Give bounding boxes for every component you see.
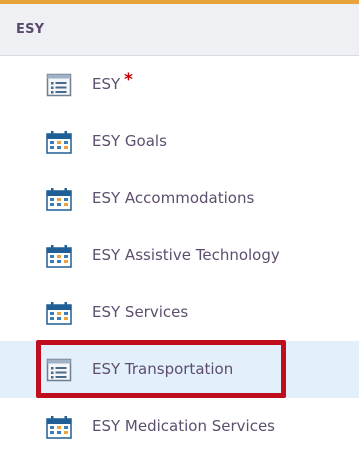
calendar-icon [46, 187, 72, 211]
nav-item-label: ESY Goals [92, 132, 167, 150]
nav-item-label: ESY Accommodations [92, 189, 255, 207]
list-form-icon [46, 73, 72, 97]
nav-item-esy-assistive-technology[interactable]: ESY Assistive Technology [0, 227, 359, 284]
nav-item-esy[interactable]: ESY * [0, 56, 359, 113]
calendar-icon [46, 415, 72, 439]
required-asterisk: * [124, 70, 133, 90]
nav-item-esy-services[interactable]: ESY Services [0, 284, 359, 341]
nav-item-label: ESY Services [92, 303, 189, 321]
calendar-icon [46, 301, 72, 325]
nav-item-esy-medication-services[interactable]: ESY Medication Services [0, 398, 359, 455]
calendar-icon [46, 130, 72, 154]
calendar-icon [46, 244, 72, 268]
nav-item-esy-accommodations[interactable]: ESY Accommodations [0, 170, 359, 227]
highlight-annotation-box [36, 340, 286, 398]
section-header[interactable]: ESY [0, 4, 359, 56]
section-title: ESY [16, 22, 45, 37]
nav-item-label: ESY [92, 75, 121, 93]
nav-item-label: ESY Medication Services [92, 417, 275, 435]
nav-item-label: ESY Assistive Technology [92, 246, 280, 264]
nav-item-esy-goals[interactable]: ESY Goals [0, 113, 359, 170]
